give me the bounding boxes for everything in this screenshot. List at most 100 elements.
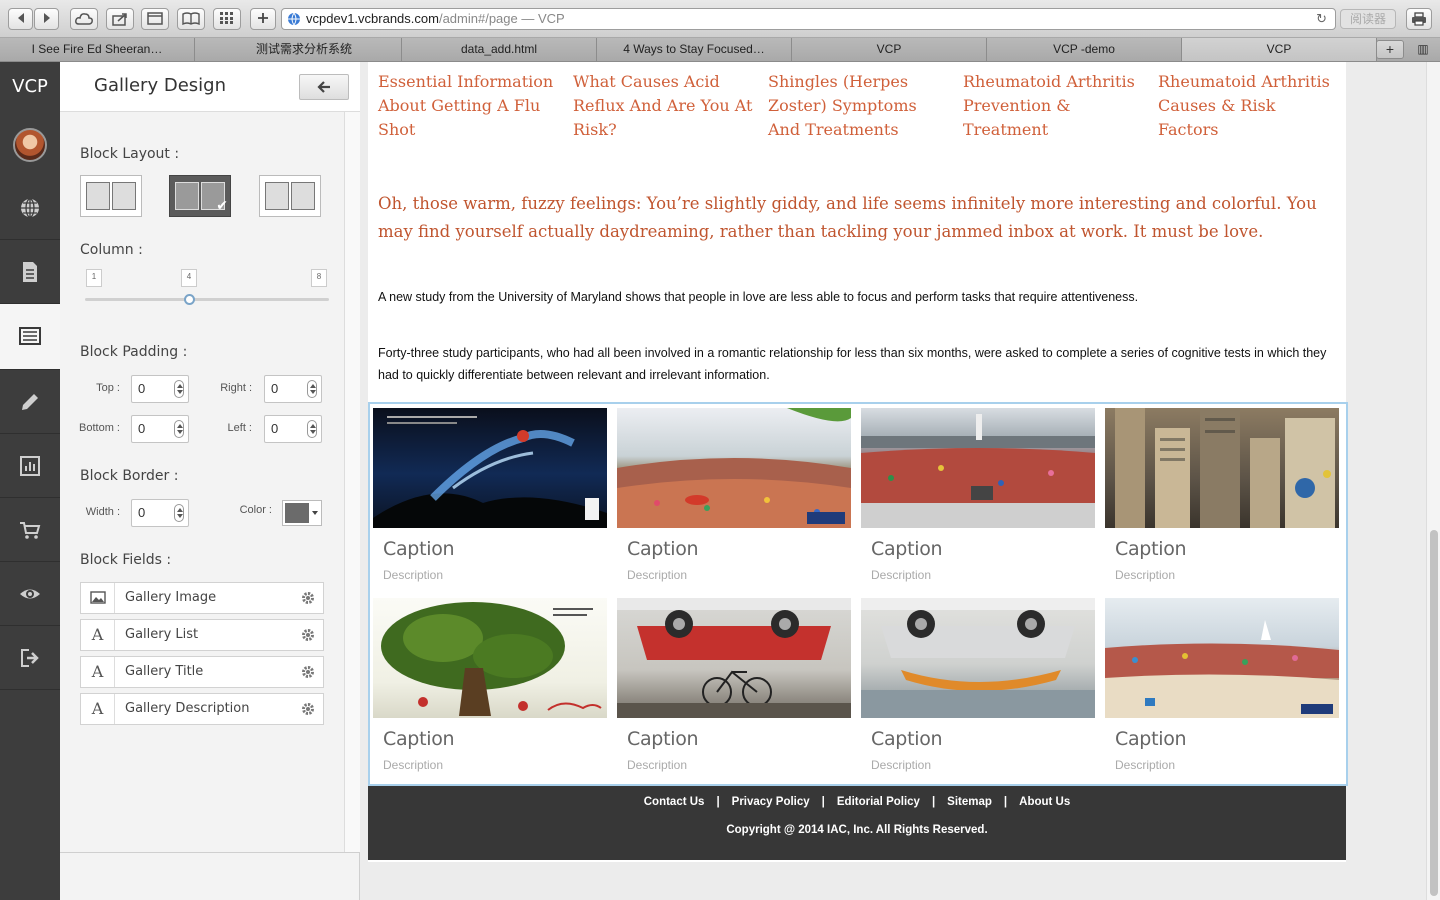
- gallery-item[interactable]: Caption Description: [1105, 408, 1339, 582]
- rail-item-pages[interactable]: [0, 240, 60, 304]
- browser-tab[interactable]: VCP: [792, 38, 987, 61]
- reload-icon[interactable]: ↻: [1316, 9, 1327, 29]
- padding-left-stepper[interactable]: [307, 420, 317, 438]
- column-slider-handle[interactable]: [184, 294, 195, 305]
- user-avatar[interactable]: [13, 128, 47, 162]
- gallery-item[interactable]: Caption Description: [1105, 598, 1339, 772]
- column-slider-track[interactable]: [85, 298, 329, 301]
- sidebar-toggle-button[interactable]: [141, 8, 169, 30]
- browser-tab[interactable]: data_add.html: [402, 38, 597, 61]
- gallery-image[interactable]: [861, 598, 1095, 718]
- rail-item-logout[interactable]: [0, 626, 60, 690]
- panel-scrollbar[interactable]: [344, 112, 360, 852]
- address-bar[interactable]: vcpdev1.vcbrands.com/admin#/page — VCP ↻: [281, 8, 1336, 30]
- body-paragraph: Forty-three study participants, who had …: [378, 346, 1327, 382]
- field-gallery-title[interactable]: A Gallery Title: [80, 656, 324, 688]
- layout-option-image-only[interactable]: [80, 175, 142, 217]
- footer-link-about[interactable]: About Us: [1013, 796, 1076, 808]
- gear-icon[interactable]: [301, 702, 315, 716]
- reader-button[interactable]: 阅读器: [1340, 9, 1396, 29]
- rail-item-edit[interactable]: [0, 370, 60, 434]
- field-gallery-description[interactable]: A Gallery Description: [80, 693, 324, 725]
- browser-tab[interactable]: I See Fire Ed Sheeran…: [0, 38, 195, 61]
- layout-option-overlay[interactable]: [259, 175, 321, 217]
- globe-icon: [21, 198, 39, 218]
- gallery-item[interactable]: Caption Description: [617, 408, 851, 582]
- gallery-image[interactable]: [373, 598, 607, 718]
- article-link[interactable]: Essential Information About Getting A Fl…: [378, 70, 558, 142]
- chart-icon: [20, 456, 40, 476]
- page-scrollbar-thumb[interactable]: [1430, 530, 1438, 896]
- padding-bottom-stepper[interactable]: [174, 420, 184, 438]
- browser-tab[interactable]: 测试需求分析系统: [207, 38, 402, 61]
- back-button[interactable]: [8, 8, 33, 30]
- gear-icon[interactable]: [301, 665, 315, 679]
- rail-item-commerce[interactable]: [0, 498, 60, 562]
- border-width-value: 0: [138, 505, 146, 520]
- page-scrollbar[interactable]: [1426, 62, 1440, 900]
- column-max-marker: 8: [311, 269, 327, 287]
- layout-thumb: [291, 182, 315, 210]
- gallery-item[interactable]: Caption Description: [373, 598, 607, 772]
- gear-icon[interactable]: [301, 591, 315, 605]
- border-width-input[interactable]: 0: [131, 499, 189, 527]
- footer-link-editorial[interactable]: Editorial Policy: [831, 796, 926, 808]
- browser-tab[interactable]: VCP -demo: [987, 38, 1182, 61]
- panel-back-button[interactable]: [299, 74, 349, 100]
- footer-link-privacy[interactable]: Privacy Policy: [726, 796, 816, 808]
- article-link[interactable]: Rheumatoid Arthritis Causes & Risk Facto…: [1158, 70, 1338, 142]
- rail-item-globe[interactable]: [0, 176, 60, 240]
- border-color-picker[interactable]: [282, 500, 322, 526]
- vcp-logo[interactable]: VCP: [0, 62, 60, 112]
- sidebar-icon: [147, 12, 163, 25]
- padding-top-input[interactable]: 0: [131, 375, 189, 403]
- print-button[interactable]: [1406, 8, 1432, 30]
- gallery-image[interactable]: [617, 408, 851, 528]
- gallery-image[interactable]: [373, 408, 607, 528]
- block-border-label: Block Border :: [80, 468, 179, 484]
- reading-list-button[interactable]: [177, 8, 205, 30]
- page-preview: Essential Information About Getting A Fl…: [368, 62, 1348, 862]
- rail-item-layout[interactable]: [0, 304, 60, 370]
- field-gallery-list[interactable]: A Gallery List: [80, 619, 324, 651]
- candy-stadium-image: [861, 414, 1095, 528]
- gallery-image[interactable]: [1105, 408, 1339, 528]
- browser-tab[interactable]: 4 Ways to Stay Focused…: [597, 38, 792, 61]
- gear-icon[interactable]: [301, 628, 315, 642]
- top-sites-button[interactable]: [213, 8, 241, 30]
- footer-link-contact[interactable]: Contact Us: [638, 796, 711, 808]
- padding-left-input[interactable]: 0: [264, 415, 322, 443]
- gallery-item[interactable]: Caption Description: [373, 408, 607, 582]
- gallery-item[interactable]: Caption Description: [861, 408, 1095, 582]
- rail-item-analytics[interactable]: [0, 434, 60, 498]
- footer-link-sitemap[interactable]: Sitemap: [941, 796, 998, 808]
- forward-button[interactable]: [34, 8, 59, 30]
- share-button[interactable]: [106, 8, 134, 30]
- article-link[interactable]: Shingles (Herpes Zoster) Symptoms And Tr…: [768, 70, 948, 142]
- rail-item-preview[interactable]: [0, 562, 60, 626]
- gallery-item[interactable]: Caption Description: [617, 598, 851, 772]
- padding-top-stepper[interactable]: [174, 380, 184, 398]
- share-icon: [112, 13, 127, 26]
- browser-tab-active[interactable]: VCP: [1182, 38, 1377, 61]
- gallery-image[interactable]: [617, 598, 851, 718]
- add-tab-button[interactable]: +: [1376, 40, 1404, 59]
- gallery-block[interactable]: Caption Description Caption Description: [368, 402, 1348, 786]
- gallery-item[interactable]: Caption Description: [861, 598, 1095, 772]
- block-layout-label: Block Layout :: [80, 146, 180, 162]
- article-link[interactable]: What Causes Acid Reflux And Are You At R…: [573, 70, 753, 142]
- field-gallery-image[interactable]: Gallery Image: [80, 582, 324, 614]
- padding-right-stepper[interactable]: [307, 380, 317, 398]
- gallery-caption: Caption: [871, 728, 943, 750]
- tab-overview-icon[interactable]: ▥: [1410, 40, 1436, 59]
- padding-right-input[interactable]: 0: [264, 375, 322, 403]
- gallery-image[interactable]: [1105, 598, 1339, 718]
- layout-option-with-caption[interactable]: ✔: [169, 175, 231, 217]
- icloud-button[interactable]: [70, 8, 98, 30]
- new-tab-plus-button[interactable]: [250, 8, 276, 30]
- gallery-image[interactable]: [861, 408, 1095, 528]
- article-link[interactable]: Rheumatoid Arthritis Prevention & Treatm…: [963, 70, 1143, 142]
- block-padding-label: Block Padding :: [80, 344, 188, 360]
- padding-bottom-input[interactable]: 0: [131, 415, 189, 443]
- border-width-stepper[interactable]: [174, 504, 184, 522]
